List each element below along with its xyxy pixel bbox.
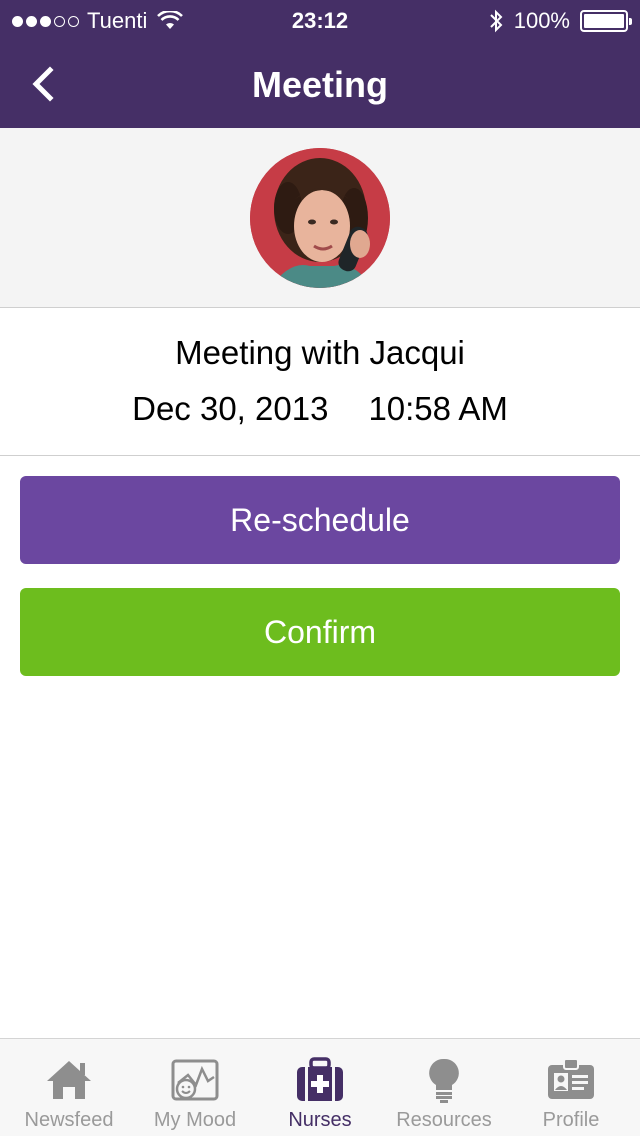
- confirm-button[interactable]: Confirm: [20, 588, 620, 676]
- status-right: 100%: [488, 8, 632, 34]
- tab-newsfeed[interactable]: Newsfeed: [5, 1039, 133, 1136]
- tab-label: Resources: [396, 1109, 492, 1131]
- bluetooth-icon: [490, 9, 503, 33]
- tab-bar: Newsfeed My Mood Nurses Resources Profil…: [0, 1038, 640, 1136]
- page-title: Meeting: [251, 64, 388, 105]
- tab-label: Nurses: [288, 1109, 352, 1131]
- meeting-date: Dec 30, 2013: [132, 390, 329, 427]
- avatar-photo: [250, 148, 390, 288]
- home-icon: [47, 1061, 91, 1099]
- medical-bag-icon: [297, 1057, 343, 1101]
- status-bar: Tuenti 23:12 100%: [0, 0, 640, 40]
- meeting-time: 10:58 AM: [368, 390, 508, 427]
- meeting-title: Meeting with Jacqui: [175, 334, 465, 371]
- meeting-datetime: Dec 30, 2013 10:58 AM: [0, 390, 640, 428]
- tab-label: Newsfeed: [24, 1109, 114, 1131]
- tab-label: Profile: [542, 1109, 600, 1131]
- battery-percent: 100%: [513, 8, 570, 33]
- avatar: [250, 148, 390, 288]
- back-chevron-icon[interactable]: [26, 64, 62, 104]
- mood-chart-icon: [171, 1059, 219, 1101]
- tab-my-mood[interactable]: My Mood: [131, 1039, 259, 1136]
- nav-bar: Meeting: [0, 40, 640, 128]
- battery-icon: [580, 10, 632, 32]
- id-card-icon: [548, 1058, 594, 1099]
- tab-nurses[interactable]: Nurses: [256, 1039, 384, 1136]
- reschedule-button[interactable]: Re-schedule: [20, 476, 620, 564]
- tab-label: My Mood: [153, 1109, 237, 1131]
- avatar-area: [0, 128, 640, 308]
- tab-profile[interactable]: Profile: [507, 1039, 635, 1136]
- lightbulb-icon: [429, 1058, 459, 1103]
- tab-resources[interactable]: Resources: [380, 1039, 508, 1136]
- meeting-info: Meeting with Jacqui Dec 30, 2013 10:58 AM: [0, 308, 640, 456]
